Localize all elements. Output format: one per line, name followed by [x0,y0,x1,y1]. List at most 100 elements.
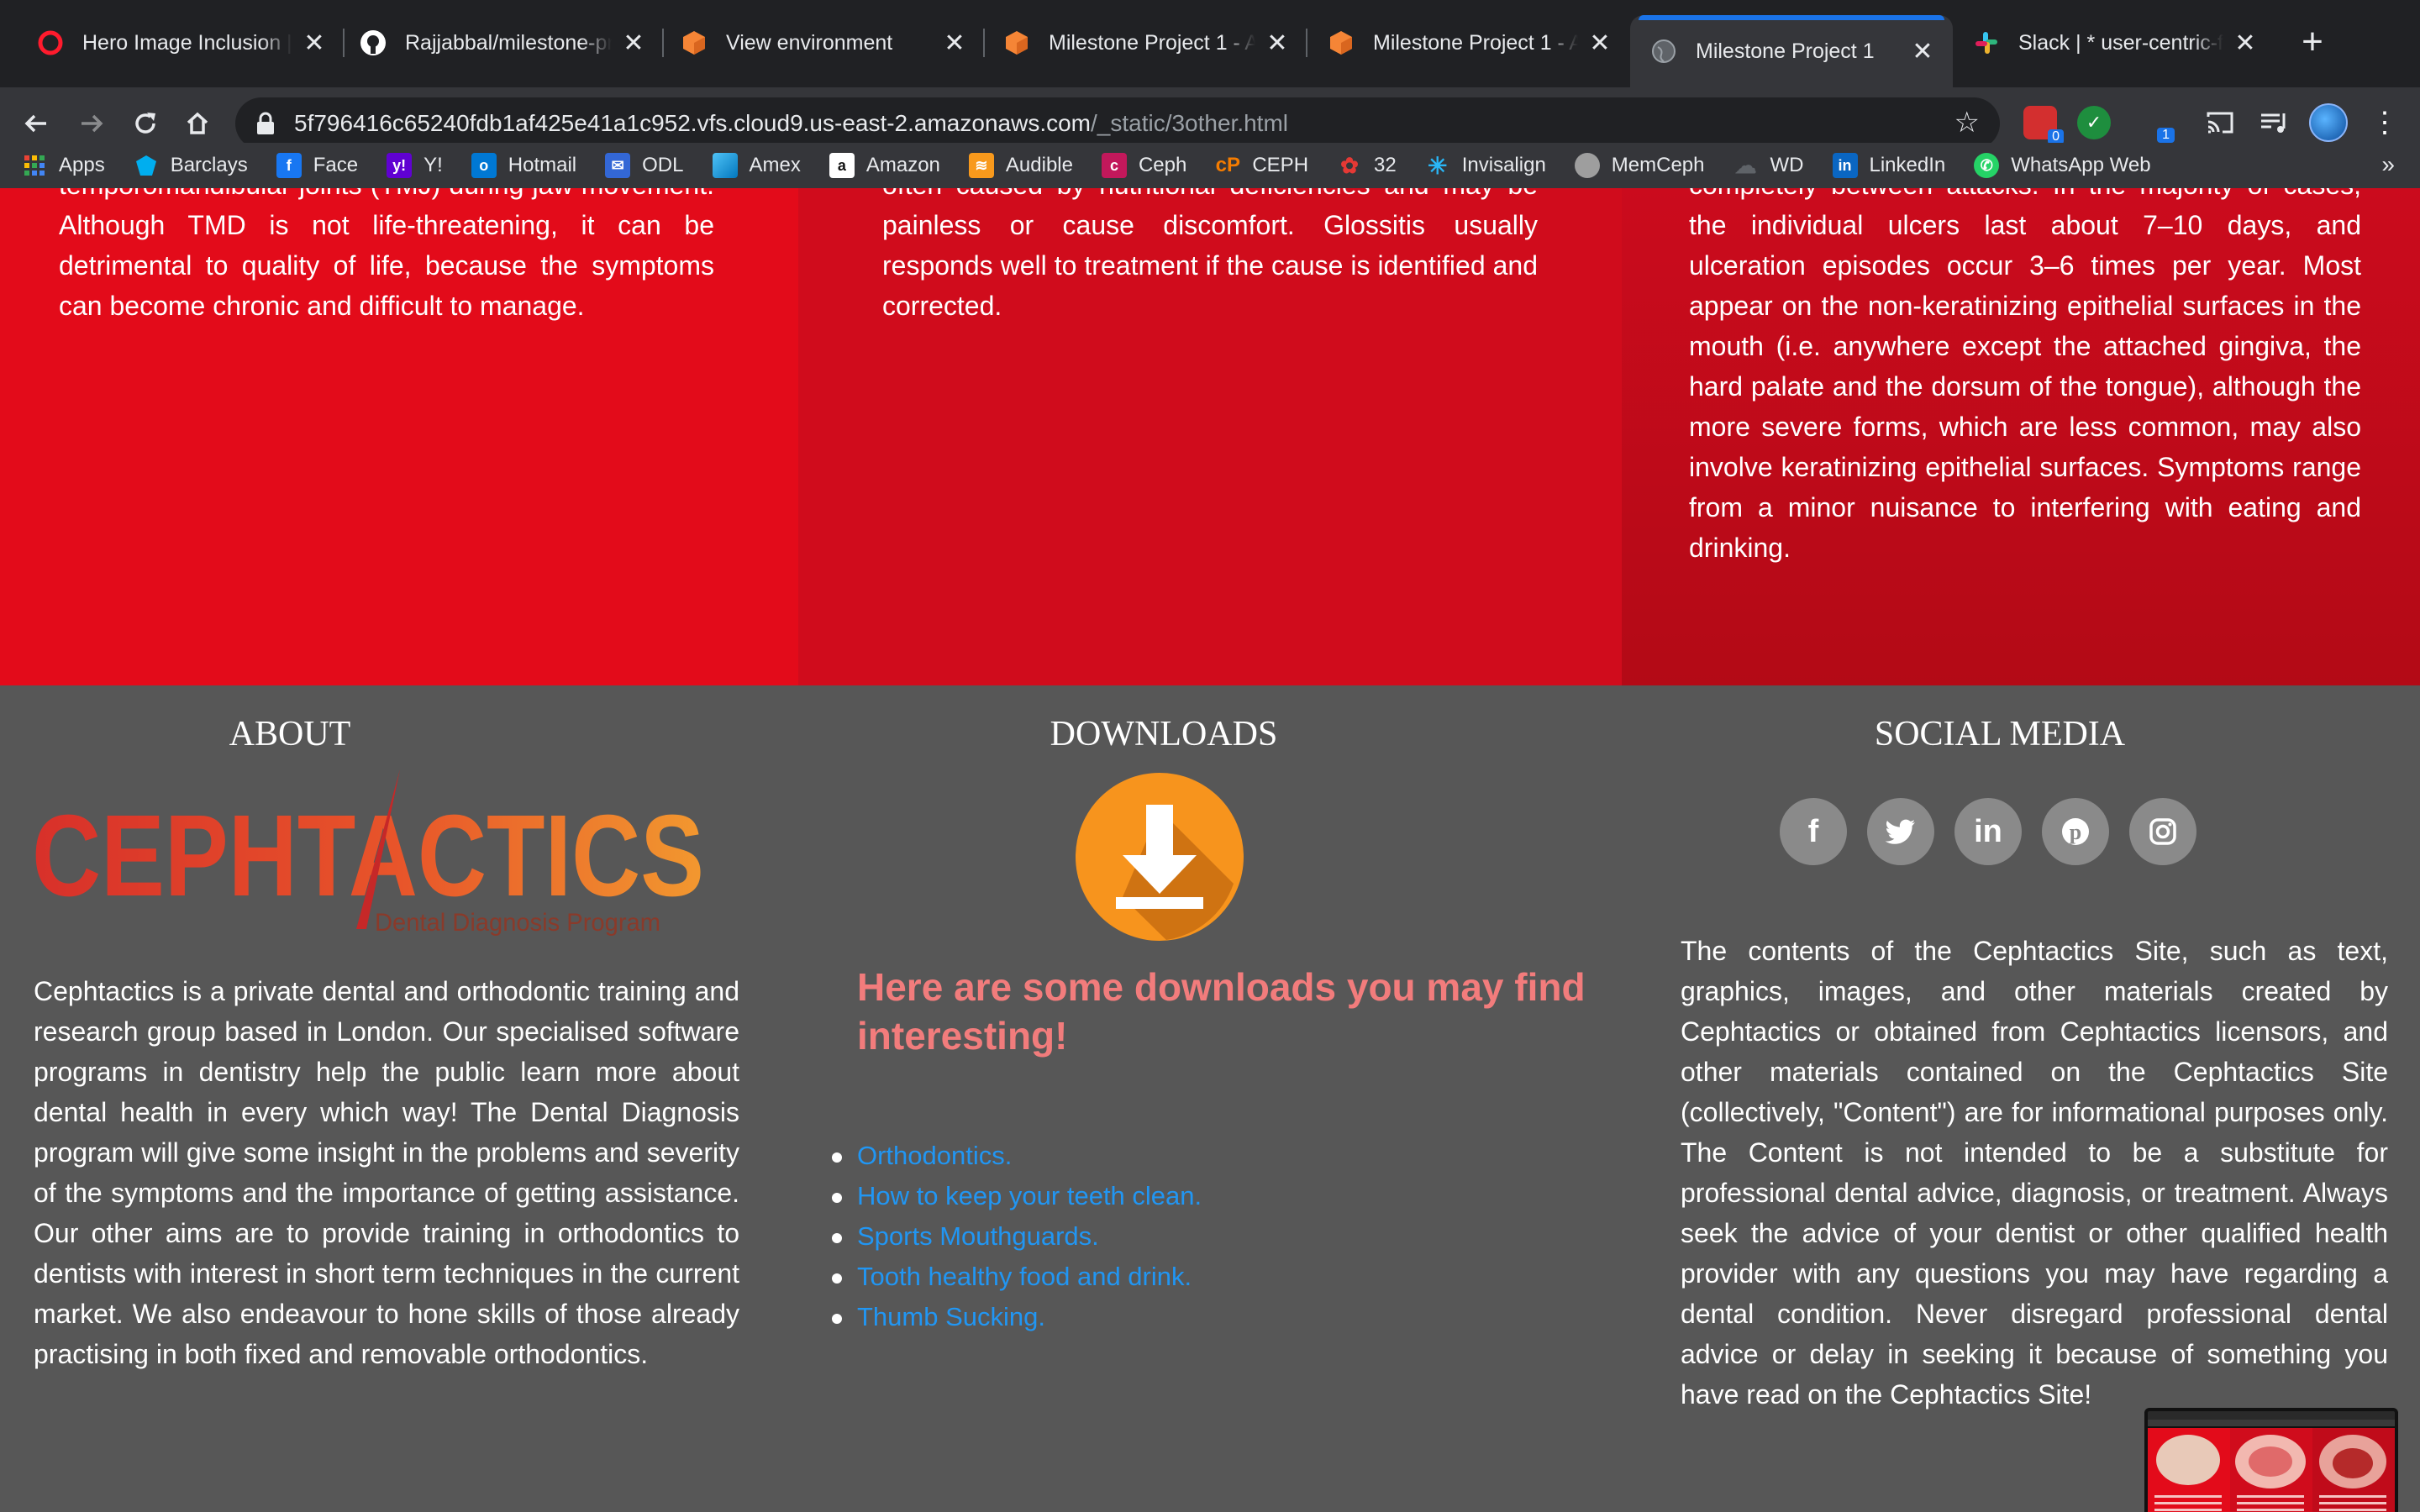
close-icon[interactable]: ✕ [620,29,647,57]
download-link-teeth-clean[interactable]: How to keep your teeth clean. [857,1181,1202,1210]
forward-button[interactable] [71,102,113,144]
bookmark-ceph-pro[interactable]: cP CEPH [1215,153,1308,178]
download-icon[interactable] [1074,771,1245,942]
bookmark-label: WhatsApp Web [2011,154,2151,176]
social-media-heading: SOCIAL MEDIA [1874,715,2126,753]
extension-lastpass-icon[interactable]: 0 [2023,106,2064,144]
download-link-orthodontics[interactable]: Orthodontics. [857,1141,1012,1170]
close-icon[interactable]: ✕ [941,29,968,57]
url-path: /_static/3other.html [1091,110,1289,136]
bookmark-label: Ceph [1138,154,1187,176]
list-item: Sports Mouthguards. [831,1216,1202,1257]
more-bookmarks-chevron-icon[interactable]: » [2381,151,2395,178]
bookmark-audible[interactable]: ≋ Audible [968,153,1073,178]
tab-milestone-aws-1[interactable]: Milestone Project 1 - AW ✕ [983,15,1307,71]
downloads-list: Orthodontics. How to keep your teeth cle… [831,1136,1202,1337]
bookmark-apps[interactable]: Apps [22,153,105,178]
twitter-icon[interactable] [1867,798,1934,865]
cast-icon[interactable] [2203,106,2237,139]
new-tab-button[interactable]: + [2294,24,2331,62]
github-icon [360,29,387,56]
profile-avatar[interactable] [2309,103,2348,142]
condition-text: temporomandibular joints (TMJ) during ja… [59,188,714,321]
about-heading: ABOUT [229,715,351,753]
bookmark-amazon[interactable]: a Amazon [829,153,940,178]
page-preview-thumbnail[interactable] [2144,1408,2398,1512]
tab-milestone-aws-2[interactable]: Milestone Project 1 - AW ✕ [1307,15,1630,71]
bookmark-label: Audible [1005,154,1073,176]
bookmarks-bar: Apps Barclays f Face y! Y! o Hotmail ✉ ODL A… [0,143,2420,188]
aws-cube-icon [1328,29,1355,56]
extension-check-icon[interactable]: ✓ [2077,106,2111,139]
tab-slack[interactable]: Slack | * user-centric-f ✕ [1953,15,2275,71]
close-icon[interactable]: ✕ [2232,29,2259,57]
bookmark-face[interactable]: f Face [276,153,358,178]
bookmark-label: MemCeph [1611,154,1705,176]
disclaimer-text: The contents of the Cephtactics Site, su… [1681,936,2388,1410]
bookmark-label: Y! [424,154,443,176]
bookmark-whatsapp[interactable]: ✆ WhatsApp Web [1974,153,2151,178]
tab-github[interactable]: Rajjabbal/milestone-pro ✕ [339,15,664,71]
bookmark-32[interactable]: ✿ 32 [1337,153,1397,178]
bookmark-ceph[interactable]: c Ceph [1101,153,1187,178]
tab-milestone-project-1[interactable]: Milestone Project 1 ✕ [1630,15,1953,87]
close-icon[interactable]: ✕ [1264,29,1291,57]
audible-icon: ≋ [968,153,994,178]
tab-title: Milestone Project 1 [1696,39,1875,63]
media-control-icon[interactable] [2257,106,2291,139]
bookmark-label: Invisalign [1461,154,1546,176]
download-link-thumb-sucking[interactable]: Thumb Sucking. [857,1302,1045,1331]
facebook-icon: f [276,153,302,178]
about-text: Cephtactics is a private dental and orth… [34,976,739,1369]
forward-arrow-icon [82,114,103,133]
instagram-icon[interactable] [2129,798,2196,865]
bookmark-odl[interactable]: ✉ ODL [605,153,684,178]
bookmark-linkedin[interactable]: in LinkedIn [1832,153,1945,178]
tab-view-environment[interactable]: View environment ✕ [660,15,985,71]
condition-column-glossitis: often caused by nutritional deficiencies… [798,188,1622,685]
list-item: Tooth healthy food and drink. [831,1257,1202,1297]
aws-cube-icon [1003,29,1030,56]
address-bar[interactable]: 5f796416c65240fdb1af425e41a1c952.vfs.clo… [235,97,2000,150]
tab-title: View environment [726,30,893,55]
close-icon[interactable]: ✕ [1909,38,1936,66]
page-content: temporomandibular joints (TMJ) during ja… [0,188,2420,1512]
cloud-icon: ☁ [1734,152,1757,178]
apps-grid-icon [22,153,47,178]
download-link-mouthguards[interactable]: Sports Mouthguards. [857,1221,1099,1251]
tab-hero-image[interactable]: Hero Image Inclusion | F ✕ [17,15,345,71]
bookmark-invisalign[interactable]: ✳ Invisalign [1425,153,1546,179]
linkedin-icon: in [1832,153,1858,178]
pinterest-icon[interactable]: p [2042,798,2109,865]
bookmark-barclays[interactable]: Barclays [134,153,248,178]
bookmark-amex[interactable]: Amex [712,153,801,178]
back-button[interactable] [15,102,57,144]
bookmark-yahoo[interactable]: y! Y! [387,153,443,178]
downloads-subheading: Here are some downloads you may find int… [857,965,1586,1058]
barclays-eagle-icon [134,153,159,178]
opera-icon [37,29,64,56]
list-item: Orthodontics. [831,1136,1202,1176]
linkedin-icon[interactable]: in [1954,798,2022,865]
download-link-healthy-food[interactable]: Tooth healthy food and drink. [857,1262,1192,1291]
bookmark-memceph[interactable]: MemCeph [1574,153,1705,178]
bookmark-hotmail[interactable]: o Hotmail [471,153,576,178]
bookmark-label: ODL [642,154,684,176]
close-icon[interactable]: ✕ [301,29,328,57]
downloads-heading: DOWNLOADS [1050,715,1278,753]
condition-text: often caused by nutritional deficiencies… [882,188,1538,321]
extension-badge: 1 [2157,128,2175,143]
aws-cube-icon [681,29,708,56]
bookmark-star-icon[interactable]: ☆ [1954,108,1980,138]
menu-kebab-icon[interactable]: ⋮ [2368,106,2402,139]
amex-icon [712,153,738,178]
reload-button[interactable] [124,102,166,144]
extension-blue-icon[interactable]: 1 [2141,106,2175,143]
whatsapp-icon: ✆ [1974,153,2000,178]
bookmark-wd[interactable]: ☁ WD [1733,153,1804,178]
memceph-icon [1574,153,1600,178]
home-button[interactable] [176,102,218,144]
facebook-icon[interactable]: f [1780,798,1847,865]
bookmark-label: Amazon [865,154,940,176]
close-icon[interactable]: ✕ [1586,29,1613,57]
